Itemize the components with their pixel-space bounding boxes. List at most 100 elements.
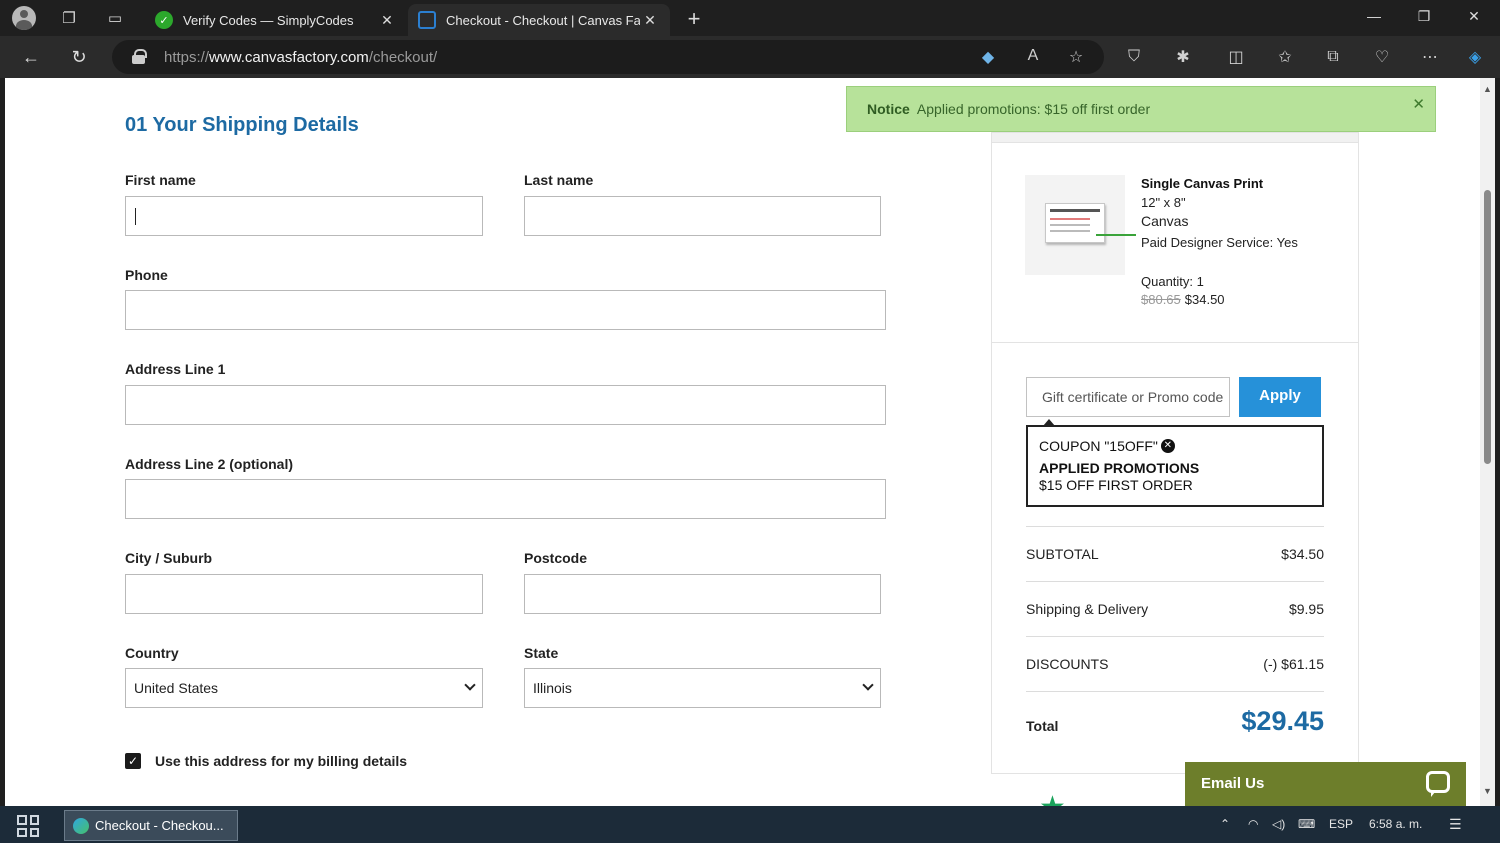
original-price: $80.65 xyxy=(1141,292,1181,307)
input-method-icon[interactable]: ⌨ xyxy=(1298,817,1315,831)
state-select[interactable]: Illinois xyxy=(524,668,881,708)
scrollbar-thumb[interactable] xyxy=(1484,190,1491,464)
tab-checkout[interactable]: Checkout - Checkout | Canvas Fa ✕ xyxy=(408,4,670,36)
clock[interactable]: 6:58 a. m. xyxy=(1369,817,1422,831)
url-text[interactable]: https://www.canvasfactory.com/checkout/ xyxy=(164,49,437,66)
trustpilot-star-icon: ★ xyxy=(1039,790,1066,806)
scroll-down-icon[interactable]: ▼ xyxy=(1483,786,1492,796)
sale-price: $34.50 xyxy=(1184,292,1225,307)
notifications-icon[interactable]: ☰ xyxy=(1449,816,1462,833)
canvasfactory-icon xyxy=(418,11,436,29)
refresh-icon[interactable]: ↻ xyxy=(65,44,93,70)
performance-icon[interactable]: ♡ xyxy=(1369,44,1395,70)
simplycodes-icon: ✓ xyxy=(155,11,173,29)
collections-icon[interactable]: ⧉ xyxy=(1320,44,1346,70)
start-icon[interactable] xyxy=(17,815,39,837)
scroll-up-icon[interactable]: ▲ xyxy=(1483,84,1492,94)
taskbar-browser-item[interactable]: Checkout - Checkou... xyxy=(64,810,238,841)
edge-icon xyxy=(73,817,89,834)
subtotal-row: SUBTOTAL $34.50 xyxy=(1026,526,1324,580)
taskbar: Checkout - Checkou... ⌃ ◠ ◁) ⌨ ESP 6:58 … xyxy=(0,806,1500,843)
product-price: $80.65 $34.50 xyxy=(1141,292,1225,307)
workspaces-icon[interactable]: ❐ xyxy=(56,6,82,30)
address-line-2-label: Address Line 2 (optional) xyxy=(125,456,294,472)
favorites-icon[interactable]: ✩ xyxy=(1272,44,1298,70)
split-screen-icon[interactable]: ◫ xyxy=(1223,44,1249,70)
checkout-page: 01 Your Shipping Details First name Last… xyxy=(5,78,1480,806)
close-tab-icon[interactable]: ✕ xyxy=(640,12,660,29)
tab-simplycodes[interactable]: ✓ Verify Codes — SimplyCodes ✕ xyxy=(145,4,407,36)
coupon-code: COUPON "15OFF" ✕ xyxy=(1039,438,1311,454)
read-aloud-icon[interactable]: A xyxy=(1022,47,1044,65)
state-label: State xyxy=(524,645,559,661)
city-input[interactable] xyxy=(125,574,483,614)
restore-icon[interactable]: ❐ xyxy=(1409,8,1439,25)
tab-title: Verify Codes — SimplyCodes xyxy=(183,12,354,28)
language-indicator[interactable]: ESP xyxy=(1329,817,1353,831)
first-name-label: First name xyxy=(125,172,196,188)
favorite-star-icon[interactable]: ☆ xyxy=(1065,47,1087,67)
tab-title: Checkout - Checkout | Canvas Fa xyxy=(446,12,640,28)
product-size: 12" x 8" xyxy=(1141,195,1186,210)
product-quantity: Quantity: 1 xyxy=(1141,274,1204,289)
applied-promotions-label: APPLIED PROMOTIONS xyxy=(1039,460,1200,476)
billing-address-checkbox[interactable]: ✓ xyxy=(125,753,141,769)
postcode-input[interactable] xyxy=(524,574,881,614)
postcode-label: Postcode xyxy=(524,550,588,566)
address-bar[interactable]: https://www.canvasfactory.com/checkout/ … xyxy=(112,40,1104,74)
show-hidden-icons-icon[interactable]: ⌃ xyxy=(1220,817,1230,831)
designer-service: Paid Designer Service: Yes xyxy=(1141,235,1298,250)
minimize-icon[interactable]: — xyxy=(1359,8,1389,24)
shipping-section-title: 01 Your Shipping Details xyxy=(125,114,359,136)
lock-icon[interactable] xyxy=(132,49,147,64)
volume-icon[interactable]: ◁) xyxy=(1272,817,1285,831)
shipping-row: Shipping & Delivery $9.95 xyxy=(1026,581,1324,635)
new-tab-icon[interactable]: + xyxy=(682,6,706,32)
applied-promotion-desc: $15 OFF FIRST ORDER xyxy=(1039,477,1193,493)
chevron-down-icon xyxy=(862,679,874,691)
profile-icon[interactable] xyxy=(11,6,37,30)
discounts-row: DISCOUNTS (-) $61.15 xyxy=(1026,636,1324,690)
chat-icon xyxy=(1426,771,1450,797)
copilot-icon[interactable]: ◈ xyxy=(1462,44,1488,70)
address-line-1-label: Address Line 1 xyxy=(125,361,226,377)
first-name-input[interactable] xyxy=(125,196,483,236)
chevron-down-icon xyxy=(464,679,476,691)
city-label: City / Suburb xyxy=(125,550,213,566)
address-line-1-input[interactable] xyxy=(125,385,886,425)
order-summary: Single Canvas Print 12" x 8" Canvas Paid… xyxy=(991,132,1359,774)
close-tab-icon[interactable]: ✕ xyxy=(377,12,397,29)
total-row: Total $29.45 xyxy=(1026,691,1324,761)
remove-coupon-icon[interactable]: ✕ xyxy=(1160,439,1175,453)
browser-titlebar: ❐ ▭ ✓ Verify Codes — SimplyCodes ✕ Check… xyxy=(0,0,1500,36)
navigation-bar: ← ↻ https://www.canvasfactory.com/checko… xyxy=(0,36,1500,78)
tab-actions-icon[interactable]: ▭ xyxy=(102,6,128,30)
billing-address-label: Use this address for my billing details xyxy=(155,753,408,769)
product-material: Canvas xyxy=(1141,213,1189,229)
phone-input[interactable] xyxy=(125,290,886,330)
email-us-button[interactable]: Email Us xyxy=(1185,762,1466,806)
tag-icon[interactable]: ◆ xyxy=(977,47,999,67)
notice-text: Applied promotions: $15 off first order xyxy=(916,101,1151,117)
address-line-2-input[interactable] xyxy=(125,479,886,519)
wifi-icon[interactable]: ◠ xyxy=(1248,817,1258,831)
phone-label: Phone xyxy=(125,267,168,283)
product-name: Single Canvas Print xyxy=(1141,176,1264,191)
country-select[interactable]: United States xyxy=(125,668,483,708)
promo-code-input[interactable]: Gift certificate or Promo code xyxy=(1026,377,1230,417)
close-notice-icon[interactable]: ✕ xyxy=(1412,95,1425,113)
page-scrollbar[interactable]: ▲ ▼ xyxy=(1480,78,1495,806)
extensions-icon[interactable]: ✱ xyxy=(1170,44,1196,70)
last-name-input[interactable] xyxy=(524,196,881,236)
more-options-icon[interactable]: ⋯ xyxy=(1417,44,1443,70)
notice-label: Notice xyxy=(867,101,910,117)
applied-coupon-box: COUPON "15OFF" ✕ APPLIED PROMOTIONS $15 … xyxy=(1026,419,1324,507)
close-window-icon[interactable]: ✕ xyxy=(1459,8,1489,25)
notice-banner: Notice Applied promotions: $15 off first… xyxy=(846,86,1436,132)
country-label: Country xyxy=(125,645,179,661)
last-name-label: Last name xyxy=(524,172,594,188)
shield-icon[interactable]: ⛉ xyxy=(1121,44,1147,70)
back-icon[interactable]: ← xyxy=(17,44,45,70)
apply-button[interactable]: Apply xyxy=(1239,377,1321,417)
product-thumbnail xyxy=(1025,175,1125,275)
